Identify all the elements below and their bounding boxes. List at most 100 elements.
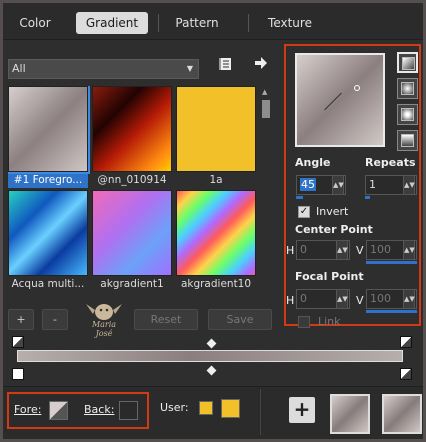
- gradient-swatch: [176, 190, 256, 276]
- center-v-input[interactable]: 100 ▲▼: [366, 240, 417, 260]
- center-v-label: V: [356, 244, 364, 257]
- gradient-name: Acqua multi...: [11, 278, 85, 290]
- spinner-arrows-icon[interactable]: ▲▼: [332, 175, 344, 195]
- color-stop-left[interactable]: [12, 368, 24, 380]
- focal-point-label: Focal Point: [295, 270, 364, 283]
- category-dropdown[interactable]: All ▼: [8, 59, 199, 79]
- gradient-item[interactable]: Acqua multi...: [8, 190, 88, 292]
- invert-checkbox[interactable]: ✓: [298, 206, 310, 218]
- gradient-name: 1a: [209, 174, 223, 186]
- category-dropdown-value: All: [12, 62, 26, 75]
- gradient-editor: [8, 336, 412, 382]
- library-icon[interactable]: [216, 56, 236, 76]
- gradient-item[interactable]: akgradient1: [92, 190, 172, 292]
- tab-bar: Color Gradient Pattern Texture: [3, 3, 423, 40]
- transparency-midpoint[interactable]: [206, 338, 217, 349]
- user-swatch-1[interactable]: [199, 401, 213, 415]
- center-h-value: 0: [300, 243, 307, 256]
- angle-label: Angle: [295, 156, 331, 169]
- gradient-swatch: [8, 190, 88, 276]
- remove-gradient-button[interactable]: -: [42, 309, 68, 330]
- angle-value: 45: [300, 178, 316, 191]
- scroll-up-icon[interactable]: ▲: [262, 88, 267, 96]
- gradient-name: #1 Foregro...: [8, 172, 88, 188]
- fore-label: Fore:: [14, 403, 42, 416]
- gradient-settings-panel: Angle Repeats 45 ▲▼ 1 ▲▼ ✓ Invert Center…: [284, 44, 421, 328]
- center-point-label: Center Point: [295, 223, 373, 236]
- spinner-arrows-icon[interactable]: ▲▼: [336, 289, 348, 309]
- gradient-bar[interactable]: [17, 350, 403, 362]
- angle-input[interactable]: 45 ▲▼: [296, 175, 346, 195]
- recent-gradient-1[interactable]: [330, 394, 370, 434]
- sunburst-style-button[interactable]: [397, 104, 418, 125]
- save-button[interactable]: Save: [208, 309, 272, 330]
- angle-handle[interactable]: [354, 85, 360, 91]
- back-swatch[interactable]: [119, 401, 138, 420]
- linear-style-button[interactable]: [397, 52, 418, 73]
- tab-texture[interactable]: Texture: [253, 12, 327, 34]
- center-h-input[interactable]: 0 ▲▼: [296, 240, 350, 260]
- gradient-thumbnail-grid: #1 Foregro... @nn_010914 1a Acqua multi.…: [8, 86, 258, 300]
- gradient-swatch: [176, 86, 256, 172]
- spinner-arrows-icon[interactable]: ▲▼: [336, 240, 348, 260]
- thumbnail-scrollbar[interactable]: ▲: [259, 86, 273, 300]
- focal-v-input[interactable]: 100 ▲▼: [366, 289, 417, 309]
- focal-v-slider[interactable]: [366, 310, 417, 313]
- rectangular-style-button[interactable]: [397, 78, 418, 99]
- color-stop-right[interactable]: [400, 368, 412, 380]
- gradient-item[interactable]: akgradient10: [176, 190, 256, 292]
- gradient-item[interactable]: @nn_010914: [92, 86, 172, 188]
- link-label: Link: [318, 315, 341, 328]
- color-midpoint[interactable]: [206, 365, 217, 376]
- gradient-name: akgradient1: [100, 278, 164, 290]
- fore-swatch[interactable]: [49, 401, 68, 420]
- gradient-item[interactable]: #1 Foregro...: [8, 86, 90, 188]
- angle-handle-line: [324, 92, 342, 111]
- transparency-stop-right[interactable]: [400, 336, 412, 348]
- link-checkbox[interactable]: [298, 316, 310, 328]
- focal-h-label: H: [286, 294, 295, 307]
- focal-v-value: 100: [370, 292, 391, 305]
- invert-label: Invert: [316, 205, 349, 218]
- center-v-slider[interactable]: [366, 261, 417, 264]
- tab-pattern[interactable]: Pattern: [160, 12, 234, 34]
- gradient-name: akgradient10: [180, 278, 252, 290]
- radial-style-button[interactable]: [397, 130, 418, 151]
- repeats-slider[interactable]: [365, 196, 370, 199]
- repeats-label: Repeats: [365, 156, 416, 169]
- spinner-arrows-icon[interactable]: ▲▼: [403, 289, 415, 309]
- repeats-value: 1: [369, 178, 376, 191]
- user-swatch-2[interactable]: [221, 399, 240, 418]
- scrollbar-thumb[interactable]: [262, 100, 270, 118]
- repeats-input[interactable]: 1 ▲▼: [365, 175, 417, 195]
- gradient-preview[interactable]: [295, 53, 385, 147]
- chevron-down-icon: ▼: [186, 64, 193, 73]
- gradient-item[interactable]: 1a: [176, 86, 256, 188]
- gradient-name: @nn_010914: [97, 174, 167, 186]
- tab-separator: [248, 14, 249, 32]
- watermark-logo: Maria José: [84, 300, 124, 338]
- add-gradient-button[interactable]: +: [8, 309, 34, 330]
- focal-v-label: V: [356, 294, 364, 307]
- gradient-swatch: [92, 86, 172, 172]
- recent-gradient-2[interactable]: [382, 394, 422, 434]
- transparency-stop-left[interactable]: [12, 336, 24, 348]
- tab-gradient[interactable]: Gradient: [76, 12, 148, 34]
- arrow-right-icon[interactable]: [251, 56, 271, 76]
- fore-back-group: Fore: Back:: [7, 392, 149, 429]
- center-v-value: 100: [370, 243, 391, 256]
- center-h-label: H: [286, 244, 295, 257]
- spinner-arrows-icon[interactable]: ▲▼: [403, 175, 415, 195]
- bottom-separator: [260, 389, 261, 435]
- angle-slider[interactable]: [296, 196, 303, 199]
- back-label: Back:: [84, 403, 115, 416]
- user-label: User:: [160, 401, 189, 414]
- gradient-swatch: [92, 190, 172, 276]
- reset-button[interactable]: Reset: [134, 309, 198, 330]
- tab-separator: [158, 14, 159, 32]
- spinner-arrows-icon[interactable]: ▲▼: [403, 240, 415, 260]
- focal-h-input[interactable]: 0 ▲▼: [296, 289, 350, 309]
- add-recent-button[interactable]: +: [289, 397, 315, 423]
- gradient-swatch: [8, 86, 90, 174]
- tab-color[interactable]: Color: [7, 12, 63, 34]
